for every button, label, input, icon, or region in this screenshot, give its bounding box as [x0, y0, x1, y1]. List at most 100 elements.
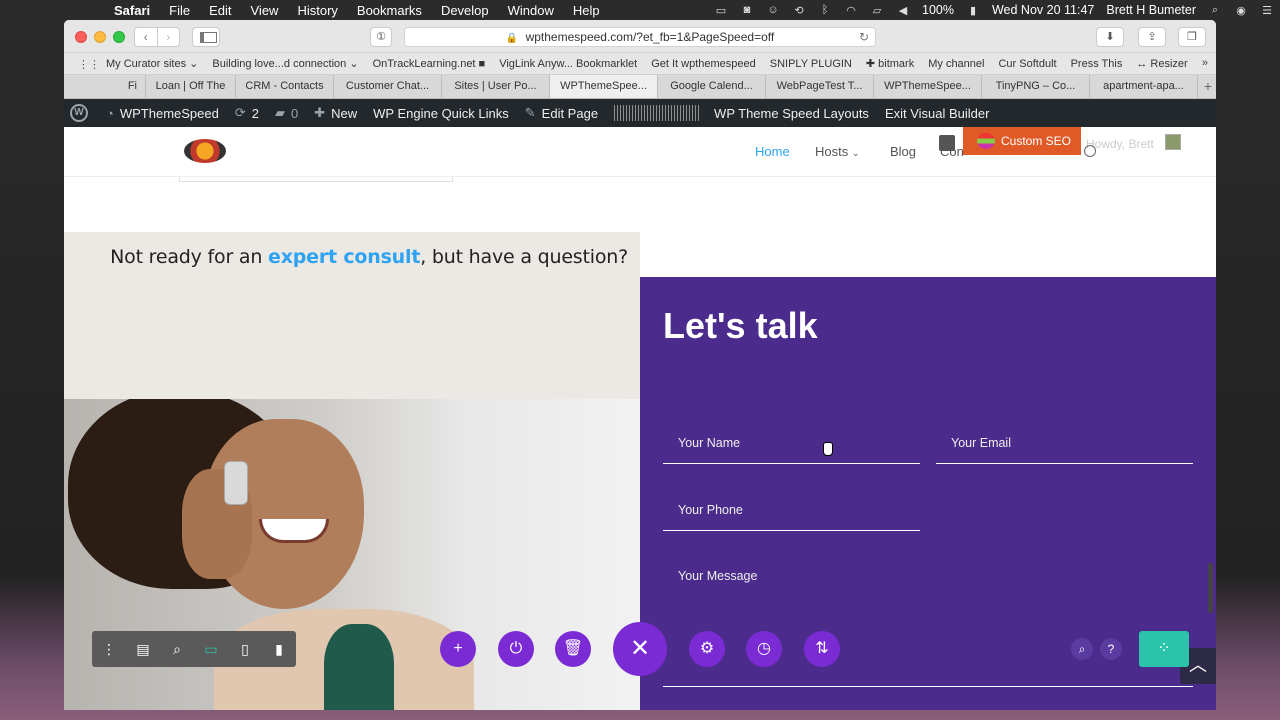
delete-button[interactable]: 🗑 — [555, 631, 591, 667]
tab[interactable]: apartment-apa... — [1090, 75, 1198, 98]
bookmark-item[interactable]: Building love...d connection ⌄ — [212, 57, 358, 70]
menu-develop[interactable]: Develop — [441, 3, 489, 18]
settings-button[interactable]: ⚙ — [689, 631, 725, 667]
site-logo[interactable] — [184, 139, 226, 163]
tab[interactable]: WebPageTest T... — [766, 75, 874, 98]
new-content-menu[interactable]: ✚ New — [314, 105, 357, 121]
tablet-view-icon[interactable]: ▯ — [228, 631, 262, 667]
minimize-window-button[interactable] — [94, 31, 106, 43]
phone-view-icon[interactable]: ▮ — [262, 631, 296, 667]
menu-history[interactable]: History — [297, 3, 337, 18]
bookmark-item[interactable]: ↔ Resizer — [1136, 58, 1187, 70]
sidebar-toggle-button[interactable] — [192, 27, 220, 47]
bookmark-item[interactable]: VigLink Anyw... Bookmarklet — [499, 58, 637, 70]
email-field[interactable]: Your Email — [936, 422, 1193, 464]
tabs-overview-button[interactable]: ❐ — [1178, 27, 1206, 47]
menu-bookmarks[interactable]: Bookmarks — [357, 3, 422, 18]
wordpress-icon[interactable]: W — [70, 104, 88, 122]
password-extension-button[interactable]: ① — [370, 27, 392, 47]
nav-blog[interactable]: Blog — [890, 144, 916, 159]
save-button[interactable]: ⁘ — [1139, 631, 1189, 667]
notification-icon[interactable]: ☰ — [1259, 4, 1275, 17]
tab[interactable]: Loan | Off The — [146, 75, 236, 98]
share-button[interactable]: ⇪ — [1138, 27, 1166, 47]
reload-icon[interactable]: ↻ — [859, 28, 869, 46]
menu-app[interactable]: Safari — [114, 3, 150, 18]
bookmark-item[interactable]: My Curator sites ⌄ — [106, 57, 198, 70]
history-button[interactable]: ◷ — [746, 631, 782, 667]
search-icon[interactable] — [1084, 145, 1096, 157]
comments-menu[interactable]: ▰ 0 — [275, 105, 298, 121]
bookmark-item[interactable]: OnTrackLearning.net ■ — [373, 58, 486, 70]
tab[interactable]: Google Calend... — [658, 75, 766, 98]
accessibility-icon[interactable]: ☺ — [765, 4, 781, 16]
tab[interactable]: CRM - Contacts — [236, 75, 334, 98]
siri-icon[interactable]: ◉ — [1233, 4, 1249, 17]
tab[interactable]: TinyPNG – Co... — [982, 75, 1090, 98]
close-builder-button[interactable]: ✕ — [613, 622, 667, 676]
desktop-view-icon[interactable]: ▭ — [194, 631, 228, 667]
bookmark-item[interactable]: Cur Softdult — [998, 58, 1056, 70]
more-menu-icon[interactable]: ⋮ — [92, 631, 126, 667]
screen-icon[interactable]: ▭ — [713, 4, 729, 17]
bluetooth-icon[interactable]: ᛒ — [817, 4, 833, 16]
more-bookmarks-icon[interactable]: » — [1202, 57, 1208, 69]
bookmark-item[interactable]: ✚ bitmark — [866, 57, 914, 70]
bookmark-item[interactable]: Press This — [1071, 58, 1123, 70]
message-field[interactable]: Your Message — [663, 557, 1193, 687]
top-sites-icon[interactable]: ⋮⋮ — [78, 58, 100, 71]
tab[interactable]: Customer Chat... — [334, 75, 442, 98]
avatar[interactable] — [1165, 134, 1181, 150]
clock[interactable]: Wed Nov 20 11:47 — [992, 3, 1094, 17]
phone-field[interactable]: Your Phone — [663, 489, 920, 531]
bookmark-item[interactable]: My channel — [928, 58, 984, 70]
battery-icon[interactable]: ▮ — [965, 4, 981, 17]
bookmark-item[interactable]: Get It wpthemespeed — [651, 58, 756, 70]
layout-icon[interactable]: ▤ — [126, 631, 160, 667]
scrollbar[interactable] — [1208, 563, 1213, 613]
site-menu[interactable]: ◔ WPThemeSpeed — [106, 106, 219, 121]
exit-visual-builder[interactable]: Exit Visual Builder — [885, 106, 990, 121]
time-machine-icon[interactable]: ⟲ — [791, 4, 807, 17]
menu-help[interactable]: Help — [573, 3, 600, 18]
portability-button[interactable]: ⇅ — [804, 631, 840, 667]
wp-engine-quick-links[interactable]: WP Engine Quick Links — [373, 106, 509, 121]
updates-menu[interactable]: ⟳ 2 — [235, 105, 259, 121]
back-button[interactable]: ‹ — [135, 28, 157, 46]
nav-home[interactable]: Home — [755, 144, 790, 159]
menu-edit[interactable]: Edit — [209, 3, 231, 18]
user-name[interactable]: Brett H Bumeter — [1106, 3, 1196, 17]
chat-icon[interactable] — [939, 135, 955, 151]
howdy-user[interactable]: Howdy, Brett — [1086, 137, 1154, 151]
forward-button[interactable]: › — [156, 28, 180, 46]
nav-hosts[interactable]: Hosts ⌄ — [815, 144, 859, 159]
tab[interactable]: Sites | User Po... — [442, 75, 550, 98]
help-icon[interactable]: ? — [1100, 638, 1122, 660]
address-bar[interactable]: 🔒 wpthemespeed.com/?et_fb=1&PageSpeed=of… — [404, 27, 876, 47]
find-icon[interactable]: ⌕ — [1071, 638, 1093, 660]
name-field[interactable]: Your Name — [663, 422, 920, 464]
tab[interactable]: Fi — [64, 75, 146, 98]
menu-file[interactable]: File — [169, 3, 190, 18]
stats-sparkline[interactable] — [614, 105, 701, 121]
edit-page-menu[interactable]: ✎ Edit Page — [525, 105, 598, 121]
custom-seo-button[interactable]: Custom SEO — [963, 127, 1081, 155]
downloads-button[interactable]: ⬇ — [1096, 27, 1124, 47]
battery-percent[interactable]: 100% — [922, 3, 954, 17]
spotlight-icon[interactable]: ⌕ — [1207, 4, 1223, 16]
close-window-button[interactable] — [75, 31, 87, 43]
wifi-icon[interactable]: ◠ — [843, 4, 859, 17]
theme-speed-layouts[interactable]: WP Theme Speed Layouts — [714, 106, 869, 121]
add-module-button[interactable]: + — [440, 631, 476, 667]
tab-active[interactable]: WPThemeSpee... — [550, 75, 658, 98]
airplay-icon[interactable]: ▱ — [869, 4, 885, 17]
volume-icon[interactable]: ◀ — [895, 4, 911, 17]
tab[interactable]: WPThemeSpee... — [874, 75, 982, 98]
zoom-icon[interactable]: ⌕ — [160, 631, 194, 667]
camera-icon[interactable]: ◙ — [739, 4, 755, 16]
bookmark-item[interactable]: SNIPLY PLUGIN — [770, 58, 852, 70]
menu-view[interactable]: View — [251, 3, 279, 18]
zoom-window-button[interactable] — [113, 31, 125, 43]
menu-window[interactable]: Window — [508, 3, 554, 18]
disable-button[interactable]: ⏻ — [498, 631, 534, 667]
